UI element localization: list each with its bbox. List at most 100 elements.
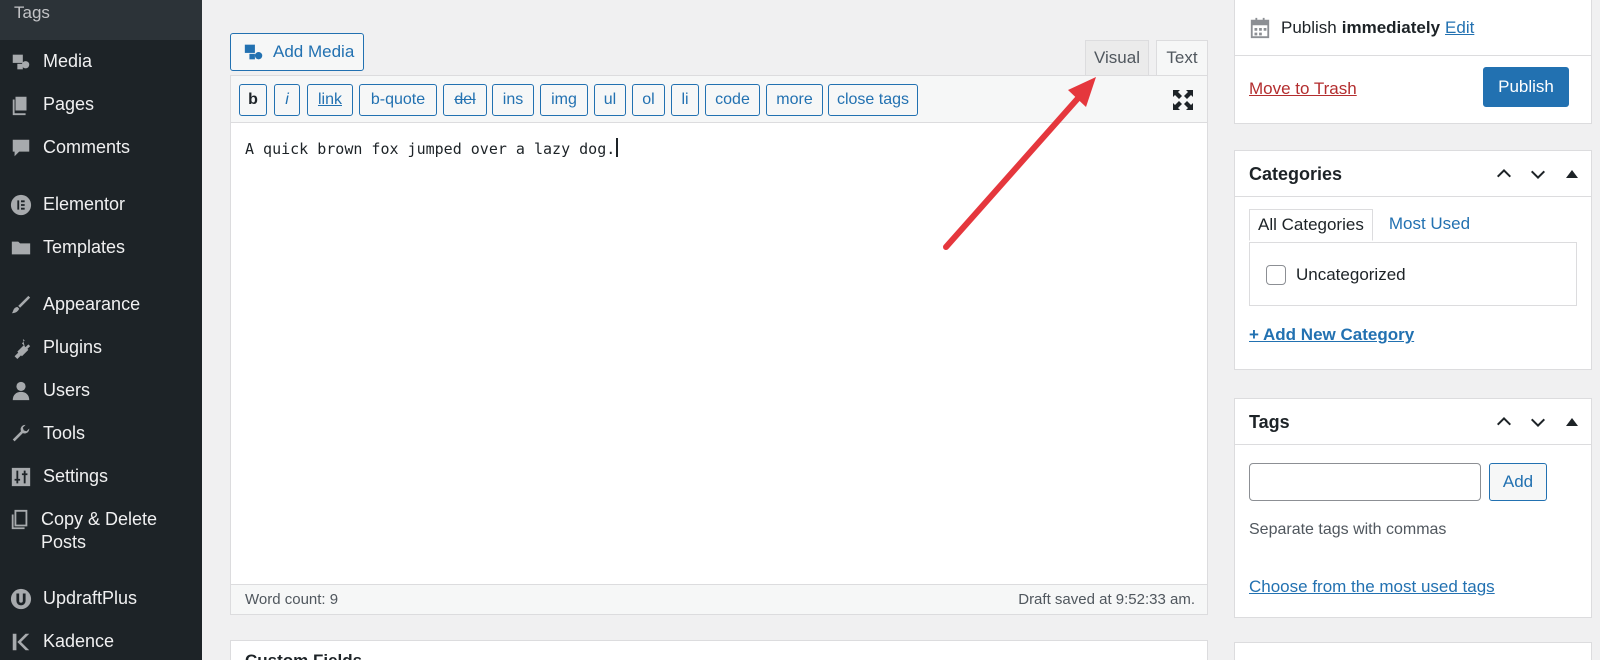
tab-visual-label: Visual <box>1094 48 1140 67</box>
tag-input[interactable] <box>1249 463 1481 501</box>
qt-ins-button[interactable]: ins <box>492 84 534 116</box>
publish-prefix: Publish <box>1281 18 1337 37</box>
tab-all-categories[interactable]: All Categories <box>1249 209 1373 241</box>
draft-saved-status: Draft saved at 9:52:33 am. <box>1018 591 1195 608</box>
triangle-up-icon <box>1566 418 1578 426</box>
qt-del-button[interactable]: del <box>443 84 487 116</box>
media-icon <box>244 44 263 60</box>
custom-fields-panel[interactable]: Custom Fields <box>230 640 1208 660</box>
next-panel <box>1234 642 1592 660</box>
sidebar-item-kadence[interactable]: Kadence <box>0 630 202 654</box>
paintbrush-icon <box>9 293 33 317</box>
chevron-up-icon <box>1496 416 1512 426</box>
add-new-category-link[interactable]: + Add New Category <box>1249 325 1414 345</box>
collapse-toggle[interactable] <box>1559 411 1585 433</box>
sidebar-item-comments[interactable]: Comments <box>0 136 202 160</box>
settings-sliders-icon <box>9 465 33 489</box>
add-tag-button[interactable]: Add <box>1489 463 1547 501</box>
divider <box>1235 55 1591 56</box>
qt-bold-button[interactable]: b <box>239 84 267 116</box>
qt-ul-button[interactable]: ul <box>594 84 626 116</box>
sidebar-item-tools[interactable]: Tools <box>0 422 202 446</box>
sidebar-submenu-label: Tags <box>14 3 50 22</box>
chevron-up-icon <box>1496 168 1512 178</box>
admin-sidebar: Tags Media Pages Comments Elementor Temp… <box>0 0 202 660</box>
comments-icon <box>9 136 33 160</box>
publish-schedule: Publish immediately Edit <box>1249 17 1474 39</box>
sidebar-item-label: Kadence <box>43 631 115 651</box>
text-caret <box>616 138 619 157</box>
tags-panel: Tags Add Separate tags with commas Choos… <box>1234 398 1592 618</box>
move-up-button[interactable] <box>1491 411 1517 433</box>
chevron-down-icon <box>1530 170 1546 180</box>
sidebar-item-label: Appearance <box>43 294 141 314</box>
triangle-up-icon <box>1566 170 1578 178</box>
chevron-down-icon <box>1530 418 1546 428</box>
sidebar-item-label: Plugins <box>43 337 103 357</box>
add-media-button[interactable]: Add Media <box>230 33 364 71</box>
qt-close-tags-button[interactable]: close tags <box>828 84 918 116</box>
category-list: Uncategorized <box>1249 242 1577 306</box>
custom-fields-title: Custom Fields <box>245 651 362 660</box>
category-checkbox[interactable] <box>1266 265 1286 285</box>
move-up-button[interactable] <box>1491 163 1517 185</box>
sidebar-item-pages[interactable]: Pages <box>0 93 202 117</box>
word-count: Word count: 9 <box>245 591 339 608</box>
sidebar-item-label: Users <box>43 380 91 400</box>
folder-icon <box>9 236 33 260</box>
tags-title: Tags <box>1249 412 1290 432</box>
sidebar-item-media[interactable]: Media <box>0 50 202 74</box>
categories-title: Categories <box>1249 164 1343 184</box>
plugin-icon <box>9 336 33 360</box>
sidebar-item-elementor[interactable]: Elementor <box>0 193 202 217</box>
sidebar-item-plugins[interactable]: Plugins <box>0 336 202 360</box>
sidebar-item-templates[interactable]: Templates <box>0 236 202 260</box>
add-media-label: Add Media <box>273 42 355 61</box>
tab-text-label: Text <box>1166 48 1198 67</box>
qt-link-button[interactable]: link <box>307 84 353 116</box>
publish-button[interactable]: Publish <box>1483 67 1569 107</box>
fullscreen-toggle[interactable] <box>1171 88 1195 112</box>
publish-panel: Publish immediately Edit Move to Trash P… <box>1234 0 1592 124</box>
tab-text[interactable]: Text <box>1156 40 1208 76</box>
publish-when: immediately <box>1341 18 1441 37</box>
sidebar-item-label: Media <box>43 51 93 71</box>
text-editor: b i link b-quote del ins img ul ol li co… <box>230 75 1208 615</box>
tags-header: Tags <box>1235 399 1591 445</box>
qt-code-button[interactable]: code <box>705 84 760 116</box>
sidebar-item-label: Templates <box>43 237 126 257</box>
sidebar-item-updraftplus[interactable]: UpdraftPlus <box>0 587 202 611</box>
qt-li-button[interactable]: li <box>671 84 699 116</box>
quicktags-toolbar: b i link b-quote del ins img ul ol li co… <box>231 76 1207 123</box>
sidebar-item-users[interactable]: Users <box>0 379 202 403</box>
move-down-button[interactable] <box>1525 411 1551 433</box>
sidebar-item-label: Pages <box>43 94 95 114</box>
qt-blockquote-button[interactable]: b-quote <box>359 84 437 116</box>
publish-edit-link[interactable]: Edit <box>1445 18 1474 38</box>
elementor-icon <box>9 193 33 217</box>
qt-italic-button[interactable]: i <box>274 84 300 116</box>
qt-more-button[interactable]: more <box>766 84 823 116</box>
categories-panel: Categories All Categories Most Used Unca… <box>1234 150 1592 370</box>
editor-textarea[interactable]: A quick brown fox jumped over a lazy dog… <box>245 138 619 158</box>
categories-header: Categories <box>1235 151 1591 197</box>
sidebar-item-label: Elementor <box>43 194 126 214</box>
list-item[interactable]: Uncategorized <box>1266 265 1406 285</box>
move-down-button[interactable] <box>1525 163 1551 185</box>
move-to-trash-link[interactable]: Move to Trash <box>1249 79 1357 99</box>
choose-most-used-tags-link[interactable]: Choose from the most used tags <box>1249 577 1495 597</box>
collapse-toggle[interactable] <box>1559 163 1585 185</box>
qt-img-button[interactable]: img <box>540 84 588 116</box>
fullscreen-icon <box>1173 90 1193 110</box>
tab-most-used[interactable]: Most Used <box>1381 209 1478 241</box>
copy-icon <box>9 508 31 532</box>
media-icon <box>9 50 33 74</box>
sidebar-item-copy-delete-posts[interactable]: Copy & Delete Posts <box>0 508 190 554</box>
qt-ol-button[interactable]: ol <box>632 84 665 116</box>
sidebar-item-appearance[interactable]: Appearance <box>0 293 202 317</box>
updraft-icon <box>9 587 33 611</box>
tab-visual[interactable]: Visual <box>1085 40 1149 76</box>
sidebar-submenu-tags[interactable]: Tags <box>0 0 202 40</box>
sidebar-item-settings[interactable]: Settings <box>0 465 202 489</box>
category-label: Uncategorized <box>1296 265 1406 284</box>
